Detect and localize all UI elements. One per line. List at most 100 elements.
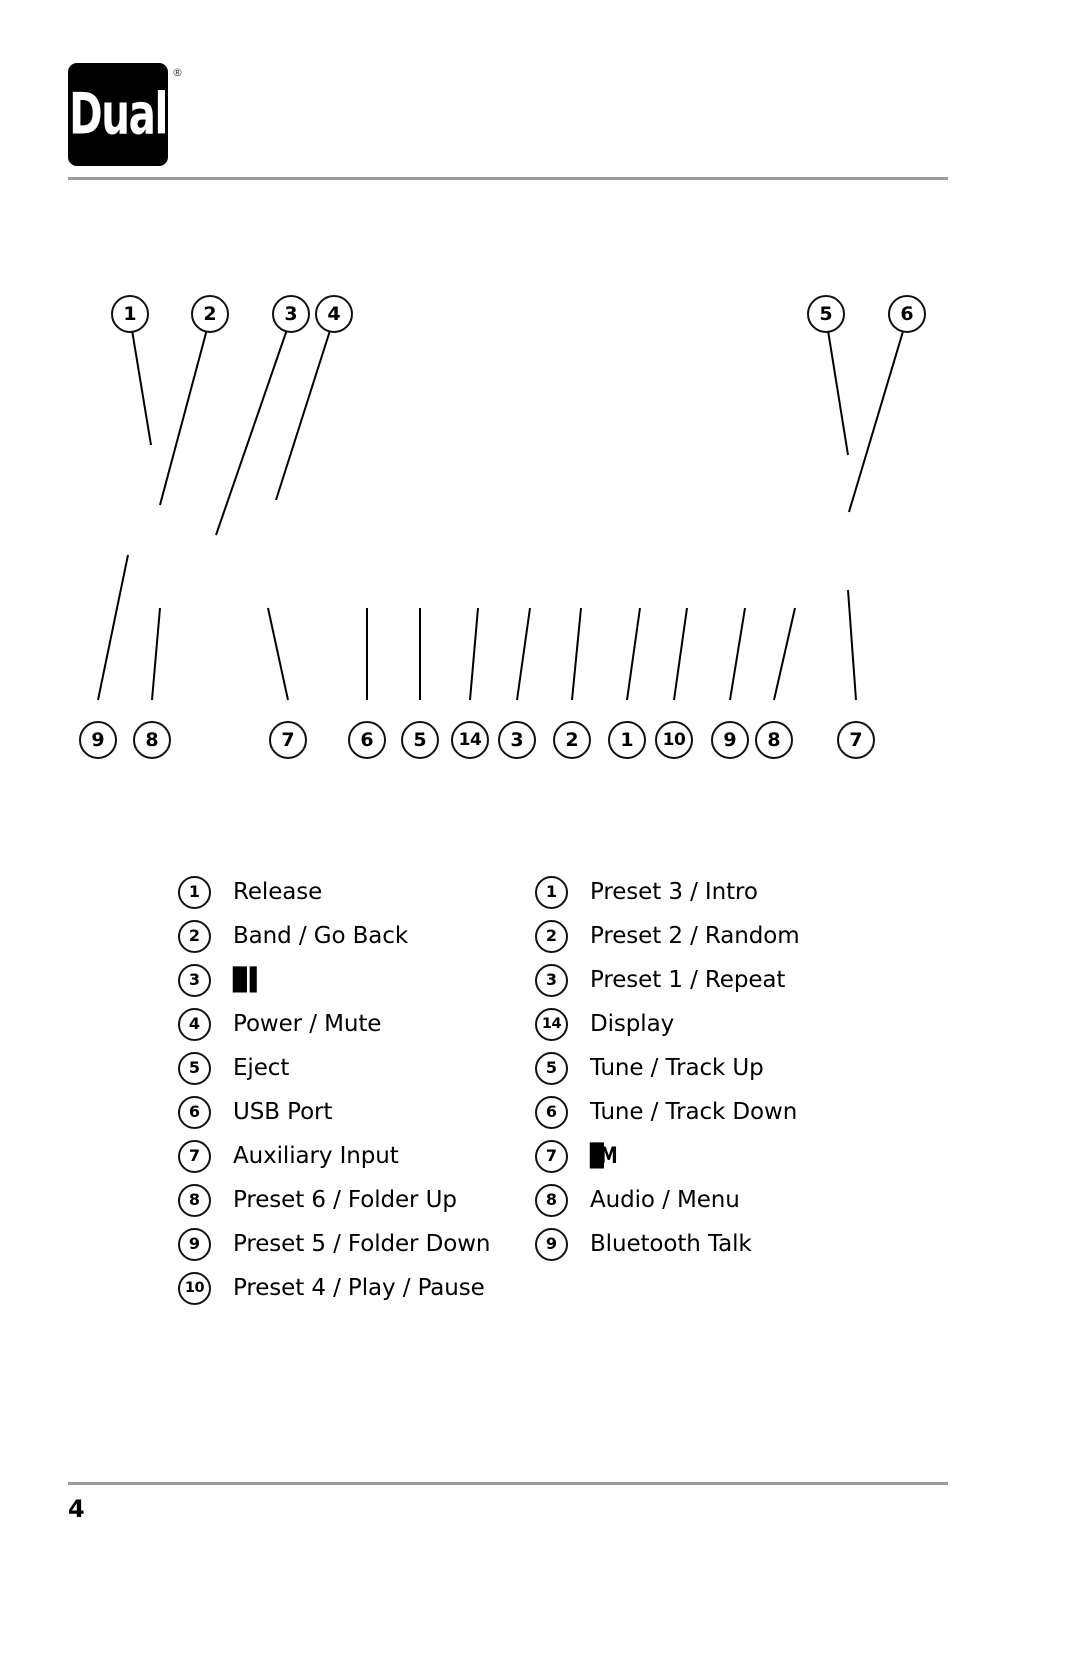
legend-item: 5 Eject	[178, 1046, 538, 1090]
callout-top-2: 2	[191, 295, 229, 333]
legend-badge-5: 5	[535, 1051, 568, 1085]
callout-legend: 1 Release 2 Band / Go Back 3 █▐ 4 Power / Mute 5…	[0, 870, 1080, 1340]
callout-bottom-10: 10	[655, 721, 693, 759]
legend-label: Eject	[233, 1055, 290, 1081]
legend-item: 7 █M	[535, 1134, 935, 1178]
legend-item: 8 Preset 6 / Folder Up	[178, 1178, 538, 1222]
leader-line	[825, 317, 849, 456]
legend-item: 5 Tune / Track Up	[535, 1046, 935, 1090]
legend-label: Auxiliary Input	[233, 1143, 399, 1169]
callout-bottom-7: 7	[837, 721, 875, 759]
legend-item: 9 Preset 5 / Folder Down	[178, 1222, 538, 1266]
legend-item: 9 Bluetooth Talk	[535, 1222, 935, 1266]
legend-label: Preset 3 / Intro	[590, 879, 758, 905]
legend-badge-14: 14	[535, 1007, 568, 1041]
legend-item: 3 Preset 1 / Repeat	[535, 958, 935, 1002]
leader-line	[159, 317, 211, 506]
legend-label: Preset 4 / Play / Pause	[233, 1275, 485, 1301]
leader-line	[848, 317, 908, 513]
callout-bottom-6: 6	[348, 721, 386, 759]
legend-badge-4: 4	[178, 1007, 211, 1041]
leader-line	[847, 589, 857, 701]
legend-item: 7 Auxiliary Input	[178, 1134, 538, 1178]
legend-badge-9: 9	[535, 1227, 568, 1261]
legend-label: Power / Mute	[233, 1011, 382, 1037]
callout-bottom-2: 2	[553, 721, 591, 759]
callout-top-4: 4	[315, 295, 353, 333]
legend-badge-8: 8	[535, 1183, 568, 1217]
leader-line	[129, 317, 152, 446]
legend-label: Preset 1 / Repeat	[590, 967, 786, 993]
legend-badge-2: 2	[535, 919, 568, 953]
legend-label: Display	[590, 1011, 675, 1037]
legend-badge-8: 8	[178, 1183, 211, 1217]
legend-badge-9: 9	[178, 1227, 211, 1261]
callout-top-3: 3	[272, 295, 310, 333]
callout-bottom-8: 8	[133, 721, 171, 759]
legend-badge-5: 5	[178, 1051, 211, 1085]
legend-item: 4 Power / Mute	[178, 1002, 538, 1046]
legend-badge-7: 7	[178, 1139, 211, 1173]
callout-top-5: 5	[807, 295, 845, 333]
legend-badge-1: 1	[178, 875, 211, 909]
legend-badge-6: 6	[535, 1095, 568, 1129]
legend-badge-6: 6	[178, 1095, 211, 1129]
callout-bottom-8: 8	[755, 721, 793, 759]
legend-item: 6 USB Port	[178, 1090, 538, 1134]
header-divider	[68, 177, 948, 180]
leader-line	[729, 607, 746, 701]
legend-label: Preset 2 / Random	[590, 923, 800, 949]
leader-line	[516, 607, 531, 701]
legend-label: Release	[233, 879, 323, 905]
legend-label-missing-glyph: █M	[590, 1143, 618, 1169]
callout-top-6: 6	[888, 295, 926, 333]
leader-line	[773, 607, 796, 701]
legend-badge-7: 7	[535, 1139, 568, 1173]
legend-label: Bluetooth Talk	[590, 1231, 752, 1257]
leader-line	[151, 607, 161, 701]
callout-bottom-1: 1	[608, 721, 646, 759]
legend-item: 1 Release	[178, 870, 538, 914]
callout-top-1: 1	[111, 295, 149, 333]
legend-label: Tune / Track Down	[590, 1099, 798, 1125]
legend-badge-10: 10	[178, 1271, 211, 1305]
callout-bottom-9: 9	[79, 721, 117, 759]
leader-line	[275, 317, 335, 501]
legend-item: 6 Tune / Track Down	[535, 1090, 935, 1134]
page-header: Dual ®	[0, 0, 1080, 200]
callout-bottom-3: 3	[498, 721, 536, 759]
leader-line	[673, 607, 688, 701]
unit-callout-diagram: 123456 9 8 7 6 5 14 3 2 1 10 9 8 7	[0, 250, 1080, 810]
legend-badge-1: 1	[535, 875, 568, 909]
legend-badge-3: 3	[535, 963, 568, 997]
legend-label: USB Port	[233, 1099, 333, 1125]
leader-line	[97, 554, 129, 701]
leader-line	[571, 607, 582, 701]
leader-line	[267, 607, 289, 701]
legend-label-missing-glyph: █▐	[233, 967, 257, 993]
legend-item: 2 Preset 2 / Random	[535, 914, 935, 958]
leader-line	[469, 607, 479, 701]
callout-bottom-5: 5	[401, 721, 439, 759]
leader-line	[215, 317, 292, 536]
callout-bottom-14: 14	[451, 721, 489, 759]
legend-column-left: 1 Release 2 Band / Go Back 3 █▐ 4 Power / Mute 5…	[178, 870, 538, 1310]
legend-item: 14 Display	[535, 1002, 935, 1046]
page-number: 4	[68, 1495, 85, 1523]
legend-badge-3: 3	[178, 963, 211, 997]
legend-item: 3 █▐	[178, 958, 538, 1002]
legend-item: 10 Preset 4 / Play / Pause	[178, 1266, 538, 1310]
dual-logo-wordmark: Dual	[69, 81, 168, 148]
registered-trademark-icon: ®	[172, 66, 183, 79]
legend-label: Tune / Track Up	[590, 1055, 764, 1081]
legend-item: 2 Band / Go Back	[178, 914, 538, 958]
legend-label: Preset 5 / Folder Down	[233, 1231, 491, 1257]
legend-label: Audio / Menu	[590, 1187, 740, 1213]
legend-label: Band / Go Back	[233, 923, 409, 949]
legend-column-right: 1 Preset 3 / Intro 2 Preset 2 / Random 3 Pres…	[535, 870, 935, 1266]
callout-bottom-9: 9	[711, 721, 749, 759]
footer-divider	[68, 1482, 948, 1485]
legend-label: Preset 6 / Folder Up	[233, 1187, 457, 1213]
dual-logo: Dual	[68, 63, 168, 166]
leader-line	[626, 607, 641, 701]
